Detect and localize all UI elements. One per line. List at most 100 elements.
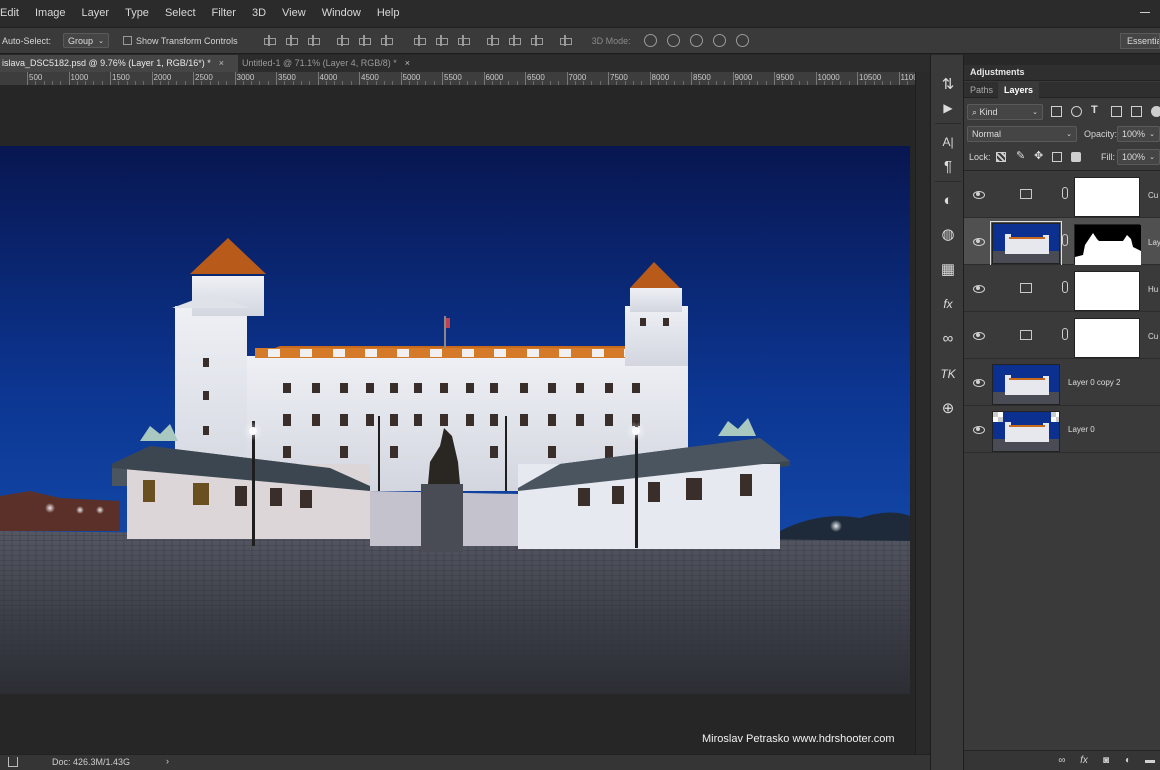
layer-thumbnail[interactable]	[992, 364, 1060, 405]
distribute-right-icon[interactable]	[530, 35, 543, 46]
slide-3d-icon[interactable]	[712, 34, 726, 47]
tab-paths[interactable]: Paths	[970, 85, 993, 95]
menu-3d[interactable]: 3D	[244, 0, 274, 26]
smart-object-filter-icon[interactable]	[1131, 106, 1142, 117]
distribute-hcenter-icon[interactable]	[508, 35, 521, 46]
tab-layers[interactable]: Layers	[998, 82, 1040, 98]
blend-mode-dropdown[interactable]: Normal ⌄	[967, 126, 1077, 142]
align-hcenter-icon[interactable]	[358, 35, 371, 46]
layer-name[interactable]: Layer 0	[1068, 425, 1095, 434]
menu-type[interactable]: Type	[117, 0, 157, 26]
filter-toggle-icon[interactable]	[1151, 106, 1160, 117]
canvas-area[interactable]: Miroslav Petrasko www.hdrshooter.com	[0, 86, 915, 754]
menu-view[interactable]: View	[274, 0, 314, 26]
menu-image[interactable]: Image	[27, 0, 74, 26]
pan-3d-icon[interactable]	[689, 34, 703, 47]
layer-name[interactable]: Layer 0 copy 2	[1068, 378, 1120, 387]
type-filter-icon[interactable]: T	[1091, 104, 1102, 116]
opacity-field[interactable]: 100% ⌄	[1117, 126, 1160, 142]
lock-artboard-icon[interactable]	[1052, 152, 1062, 162]
pixel-filter-icon[interactable]	[1051, 106, 1062, 117]
layer-name[interactable]: Lay	[1148, 238, 1160, 247]
plugin-icon[interactable]: ⊕	[937, 397, 959, 419]
kind-filter-dropdown[interactable]: ⌕ Kind ⌄	[967, 104, 1043, 120]
link-chain-icon[interactable]	[1062, 187, 1068, 199]
character-icon[interactable]: A|	[937, 131, 959, 153]
vertical-scrollbar[interactable]	[915, 72, 929, 754]
scale-3d-icon[interactable]	[735, 34, 749, 47]
layer-row-selected[interactable]: Lay	[964, 218, 1160, 266]
visibility-eye-icon[interactable]	[973, 330, 985, 340]
fx-icon[interactable]: fx	[1078, 755, 1090, 766]
workspace-switcher[interactable]: Essentials	[1120, 33, 1160, 49]
auto-align-icon[interactable]	[559, 35, 572, 46]
layer-mask-thumbnail[interactable]	[1074, 177, 1140, 217]
layer-row[interactable]: Layer 0	[964, 406, 1160, 453]
layer-thumbnail[interactable]	[990, 221, 1062, 266]
chevron-right-icon[interactable]: ›	[166, 756, 169, 766]
tab-document-active[interactable]: islava_DSC5182.psd @ 9.76% (Layer 1, RGB…	[0, 55, 238, 72]
align-left-icon[interactable]	[336, 35, 349, 46]
fx-icon[interactable]: fx	[937, 293, 959, 315]
layer-row[interactable]: Cu	[964, 171, 1160, 218]
close-icon[interactable]: ×	[405, 58, 410, 68]
paragraph-icon[interactable]: ¶	[937, 155, 959, 177]
orbit-3d-icon[interactable]	[643, 34, 657, 47]
layer-row[interactable]: Layer 0 copy 2	[964, 359, 1160, 406]
show-transform-checkbox[interactable]	[123, 36, 133, 45]
distribute-left-icon[interactable]	[486, 35, 499, 46]
align-right-icon[interactable]	[380, 35, 393, 46]
layer-thumbnail[interactable]	[992, 411, 1060, 452]
play-action-icon[interactable]: ▶	[937, 97, 959, 119]
menu-window[interactable]: Window	[314, 0, 369, 26]
align-vcenter-icon[interactable]	[285, 35, 298, 46]
distribute-bottom-icon[interactable]	[457, 35, 470, 46]
layer-mask-thumbnail[interactable]	[1074, 318, 1140, 358]
new-adjustment-icon[interactable]: ◐	[1122, 755, 1134, 766]
visibility-eye-icon[interactable]	[973, 377, 985, 387]
menu-help[interactable]: Help	[369, 0, 408, 26]
link-chain-icon[interactable]	[1062, 328, 1068, 340]
link-layers-icon[interactable]: ∞	[1056, 755, 1068, 766]
horizontal-ruler[interactable]: 500 1000 1500 2000 2500 3000 3500 4000 4500 5000 5…	[0, 72, 915, 86]
lock-image-icon[interactable]: ✎	[1016, 149, 1026, 162]
menu-edit[interactable]: Edit	[0, 0, 27, 26]
lock-transparent-icon[interactable]	[996, 152, 1006, 162]
menu-select[interactable]: Select	[157, 0, 204, 26]
roll-3d-icon[interactable]	[666, 34, 680, 47]
tab-document-untitled[interactable]: Untitled-1 @ 71.1% (Layer 4, RGB/8) * ×	[240, 55, 430, 72]
visibility-eye-icon[interactable]	[973, 424, 985, 434]
visibility-eye-icon[interactable]	[973, 236, 985, 246]
visibility-eye-icon[interactable]	[973, 189, 985, 199]
close-icon[interactable]: ×	[219, 58, 224, 68]
menu-layer[interactable]: Layer	[74, 0, 118, 26]
layer-name[interactable]: Cu	[1148, 191, 1158, 200]
layer-mask-thumbnail[interactable]	[1074, 271, 1140, 311]
grid-icon[interactable]: ▦	[937, 258, 959, 280]
layer-name[interactable]: Hu	[1148, 285, 1158, 294]
layer-mask-thumbnail[interactable]	[1074, 224, 1141, 265]
lock-all-icon[interactable]	[1071, 152, 1081, 162]
history-icon[interactable]: ⇅	[937, 73, 959, 95]
distribute-top-icon[interactable]	[413, 35, 426, 46]
new-group-icon[interactable]: ▬	[1144, 755, 1156, 766]
align-top-icon[interactable]	[263, 35, 276, 46]
add-mask-icon[interactable]: ◙	[1100, 755, 1112, 766]
tab-adjustments[interactable]: Adjustments	[970, 67, 1025, 77]
visibility-eye-icon[interactable]	[973, 283, 985, 293]
link-chain-icon[interactable]	[1062, 281, 1068, 293]
cc-libraries-icon[interactable]: ∞	[937, 327, 959, 349]
auto-select-dropdown[interactable]: Group ⌄	[63, 33, 110, 48]
layer-name[interactable]: Cu	[1148, 332, 1158, 341]
align-bottom-icon[interactable]	[307, 35, 320, 46]
adjustment-filter-icon[interactable]	[1071, 106, 1082, 117]
minimize-icon[interactable]	[1140, 3, 1150, 13]
shape-filter-icon[interactable]	[1111, 106, 1122, 117]
tk-icon[interactable]: TK	[937, 363, 959, 385]
adjustments-icon[interactable]: ◐	[937, 189, 959, 211]
distribute-vcenter-icon[interactable]	[435, 35, 448, 46]
layer-row[interactable]: Cu	[964, 312, 1160, 359]
menu-filter[interactable]: Filter	[204, 0, 244, 26]
show-transform-toggle[interactable]: Show Transform Controls	[123, 36, 238, 46]
lock-position-icon[interactable]: ✥	[1034, 149, 1044, 162]
